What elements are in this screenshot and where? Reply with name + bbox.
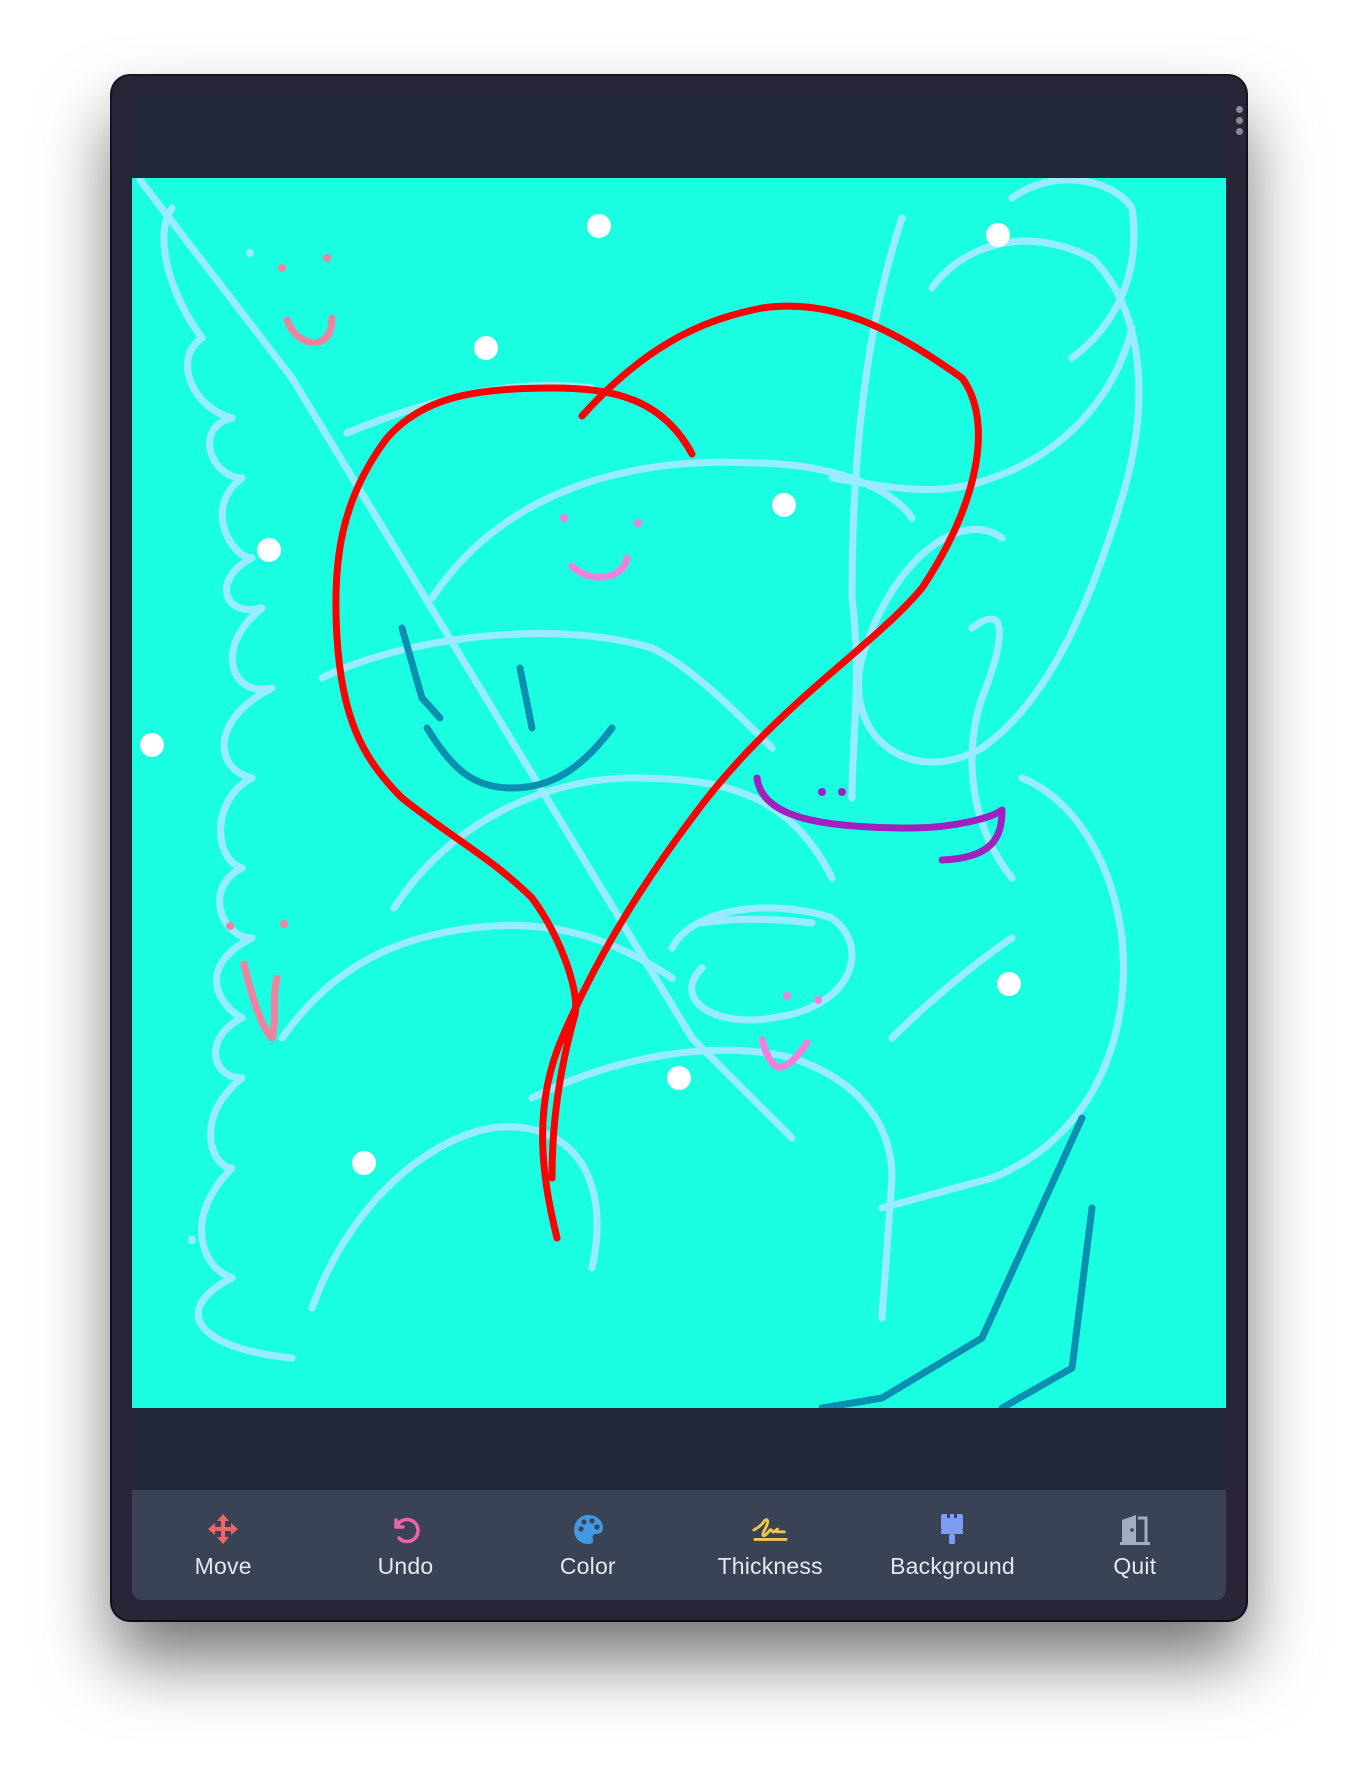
undo-label: Undo — [377, 1552, 434, 1579]
signature-icon — [752, 1511, 788, 1547]
thickness-label: Thickness — [717, 1552, 823, 1579]
move-label: Move — [194, 1552, 252, 1579]
background-label: Background — [890, 1552, 1015, 1579]
bottom-toolbar: Move Undo Color Thickness Background Qui… — [132, 1490, 1226, 1600]
color-label: Color — [559, 1552, 616, 1579]
palette-icon — [570, 1511, 606, 1547]
undo-icon — [387, 1511, 423, 1547]
quit-label: Quit — [1113, 1552, 1157, 1579]
bottom-bar — [132, 1408, 1226, 1490]
light-blue-strokes — [136, 178, 1143, 1362]
top-bar — [132, 96, 1226, 178]
move-button[interactable]: Move — [132, 1490, 314, 1600]
paint-brush-icon — [934, 1511, 970, 1547]
move-arrows-icon — [205, 1511, 241, 1547]
undo-button[interactable]: Undo — [314, 1490, 496, 1600]
door-exit-icon — [1117, 1511, 1153, 1547]
drawing-canvas[interactable] — [132, 178, 1226, 1408]
thickness-button[interactable]: Thickness — [679, 1490, 861, 1600]
canvas-drawing — [136, 178, 1143, 1408]
background-button[interactable]: Background — [861, 1490, 1043, 1600]
app-window: Move Undo Color Thickness Background Qui… — [112, 76, 1246, 1620]
red-heart-stroke — [332, 302, 982, 1242]
purple-smile-stroke — [753, 774, 1006, 864]
app-frame: Move Undo Color Thickness Background Qui… — [132, 96, 1226, 1600]
window-menu-icon[interactable] — [1236, 106, 1244, 139]
quit-button[interactable]: Quit — [1044, 1490, 1226, 1600]
color-button[interactable]: Color — [497, 1490, 679, 1600]
